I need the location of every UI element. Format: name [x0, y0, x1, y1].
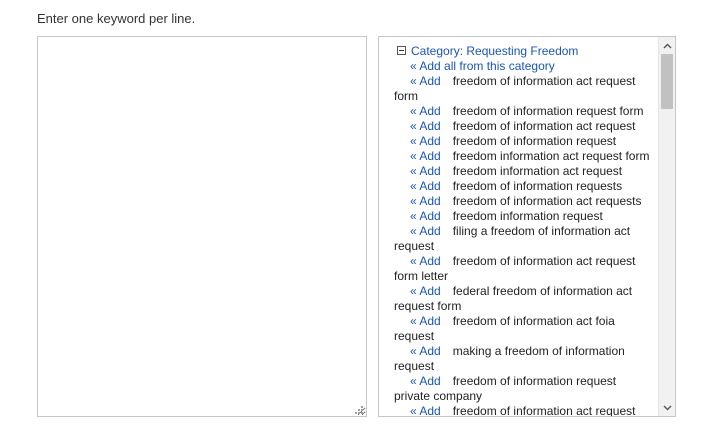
add-keyword-link[interactable]: « Add — [410, 314, 441, 328]
keyword-text: freedom of information act request — [452, 404, 636, 416]
add-keyword-link[interactable]: « Add — [410, 209, 441, 223]
add-keyword-link[interactable]: « Add — [410, 179, 441, 193]
suggestions-scrollbar[interactable] — [658, 37, 675, 416]
add-keyword-link[interactable]: « Add — [410, 164, 441, 178]
keyword-suggestion-item: « Add freedom information act request — [379, 164, 659, 179]
keyword-suggestion-item: « Add freedom of information act request … — [379, 254, 659, 284]
keyword-text: freedom information act request form — [452, 149, 650, 163]
add-keyword-link[interactable]: « Add — [410, 224, 441, 238]
add-keyword-link[interactable]: « Add — [410, 284, 441, 298]
scroll-down-icon[interactable] — [659, 400, 675, 415]
add-keyword-link[interactable]: « Add — [410, 254, 441, 268]
add-keyword-link[interactable]: « Add — [410, 194, 441, 208]
keyword-text: freedom of information act request — [452, 119, 636, 133]
keyword-suggestion-item: « Add freedom of information act request — [379, 404, 659, 416]
category-title[interactable]: Category: Requesting Freedom — [411, 44, 578, 58]
keyword-input[interactable] — [37, 36, 367, 417]
keyword-suggestions-panel: Category: Requesting Freedom « Add all f… — [378, 36, 676, 417]
suggestions-list: Category: Requesting Freedom « Add all f… — [379, 37, 659, 416]
keyword-text: freedom of information request form — [452, 104, 644, 118]
keyword-text: freedom of information request — [452, 134, 617, 148]
add-keyword-link[interactable]: « Add — [410, 134, 441, 148]
collapse-icon[interactable] — [397, 46, 406, 55]
keyword-suggestion-item: « Add freedom of information act requests — [379, 194, 659, 209]
keyword-list: « Add freedom of information act request … — [379, 74, 659, 416]
keyword-suggestion-item: « Add freedom information act request for… — [379, 149, 659, 164]
keyword-text: freedom information request — [452, 209, 603, 223]
keyword-suggestion-item: « Add freedom of information act request … — [379, 74, 659, 104]
keyword-suggestion-item: « Add freedom information request — [379, 209, 659, 224]
scroll-up-icon[interactable] — [659, 38, 675, 53]
keyword-suggestion-item: « Add freedom of information request — [379, 134, 659, 149]
keyword-suggestion-item: « Add federal freedom of information act … — [379, 284, 659, 314]
add-keyword-link[interactable]: « Add — [410, 344, 441, 358]
keyword-suggestion-item: « Add freedom of information request priv… — [379, 374, 659, 404]
add-keyword-link[interactable]: « Add — [410, 104, 441, 118]
keyword-suggestion-item: « Add freedom of information act foia req… — [379, 314, 659, 344]
instructions-label: Enter one keyword per line. — [37, 11, 196, 26]
add-all-link[interactable]: « Add all from this category — [379, 59, 659, 74]
scroll-thumb[interactable] — [661, 54, 673, 109]
add-keyword-link[interactable]: « Add — [410, 374, 441, 388]
category-header[interactable]: Category: Requesting Freedom — [379, 44, 659, 59]
add-keyword-link[interactable]: « Add — [410, 119, 441, 133]
keyword-suggestion-item: « Add making a freedom of information req… — [379, 344, 659, 374]
keyword-suggestion-item: « Add freedom of information act request — [379, 119, 659, 134]
add-keyword-link[interactable]: « Add — [410, 149, 441, 163]
keyword-suggestion-item: « Add freedom of information request form — [379, 104, 659, 119]
keyword-suggestion-item: « Add freedom of information requests — [379, 179, 659, 194]
add-keyword-link[interactable]: « Add — [410, 404, 441, 416]
keyword-text: freedom of information requests — [452, 179, 623, 193]
add-keyword-link[interactable]: « Add — [410, 74, 441, 88]
keyword-text: freedom of information act requests — [452, 194, 642, 208]
keyword-suggestion-item: « Add filing a freedom of information act… — [379, 224, 659, 254]
keyword-text: freedom information act request — [452, 164, 623, 178]
